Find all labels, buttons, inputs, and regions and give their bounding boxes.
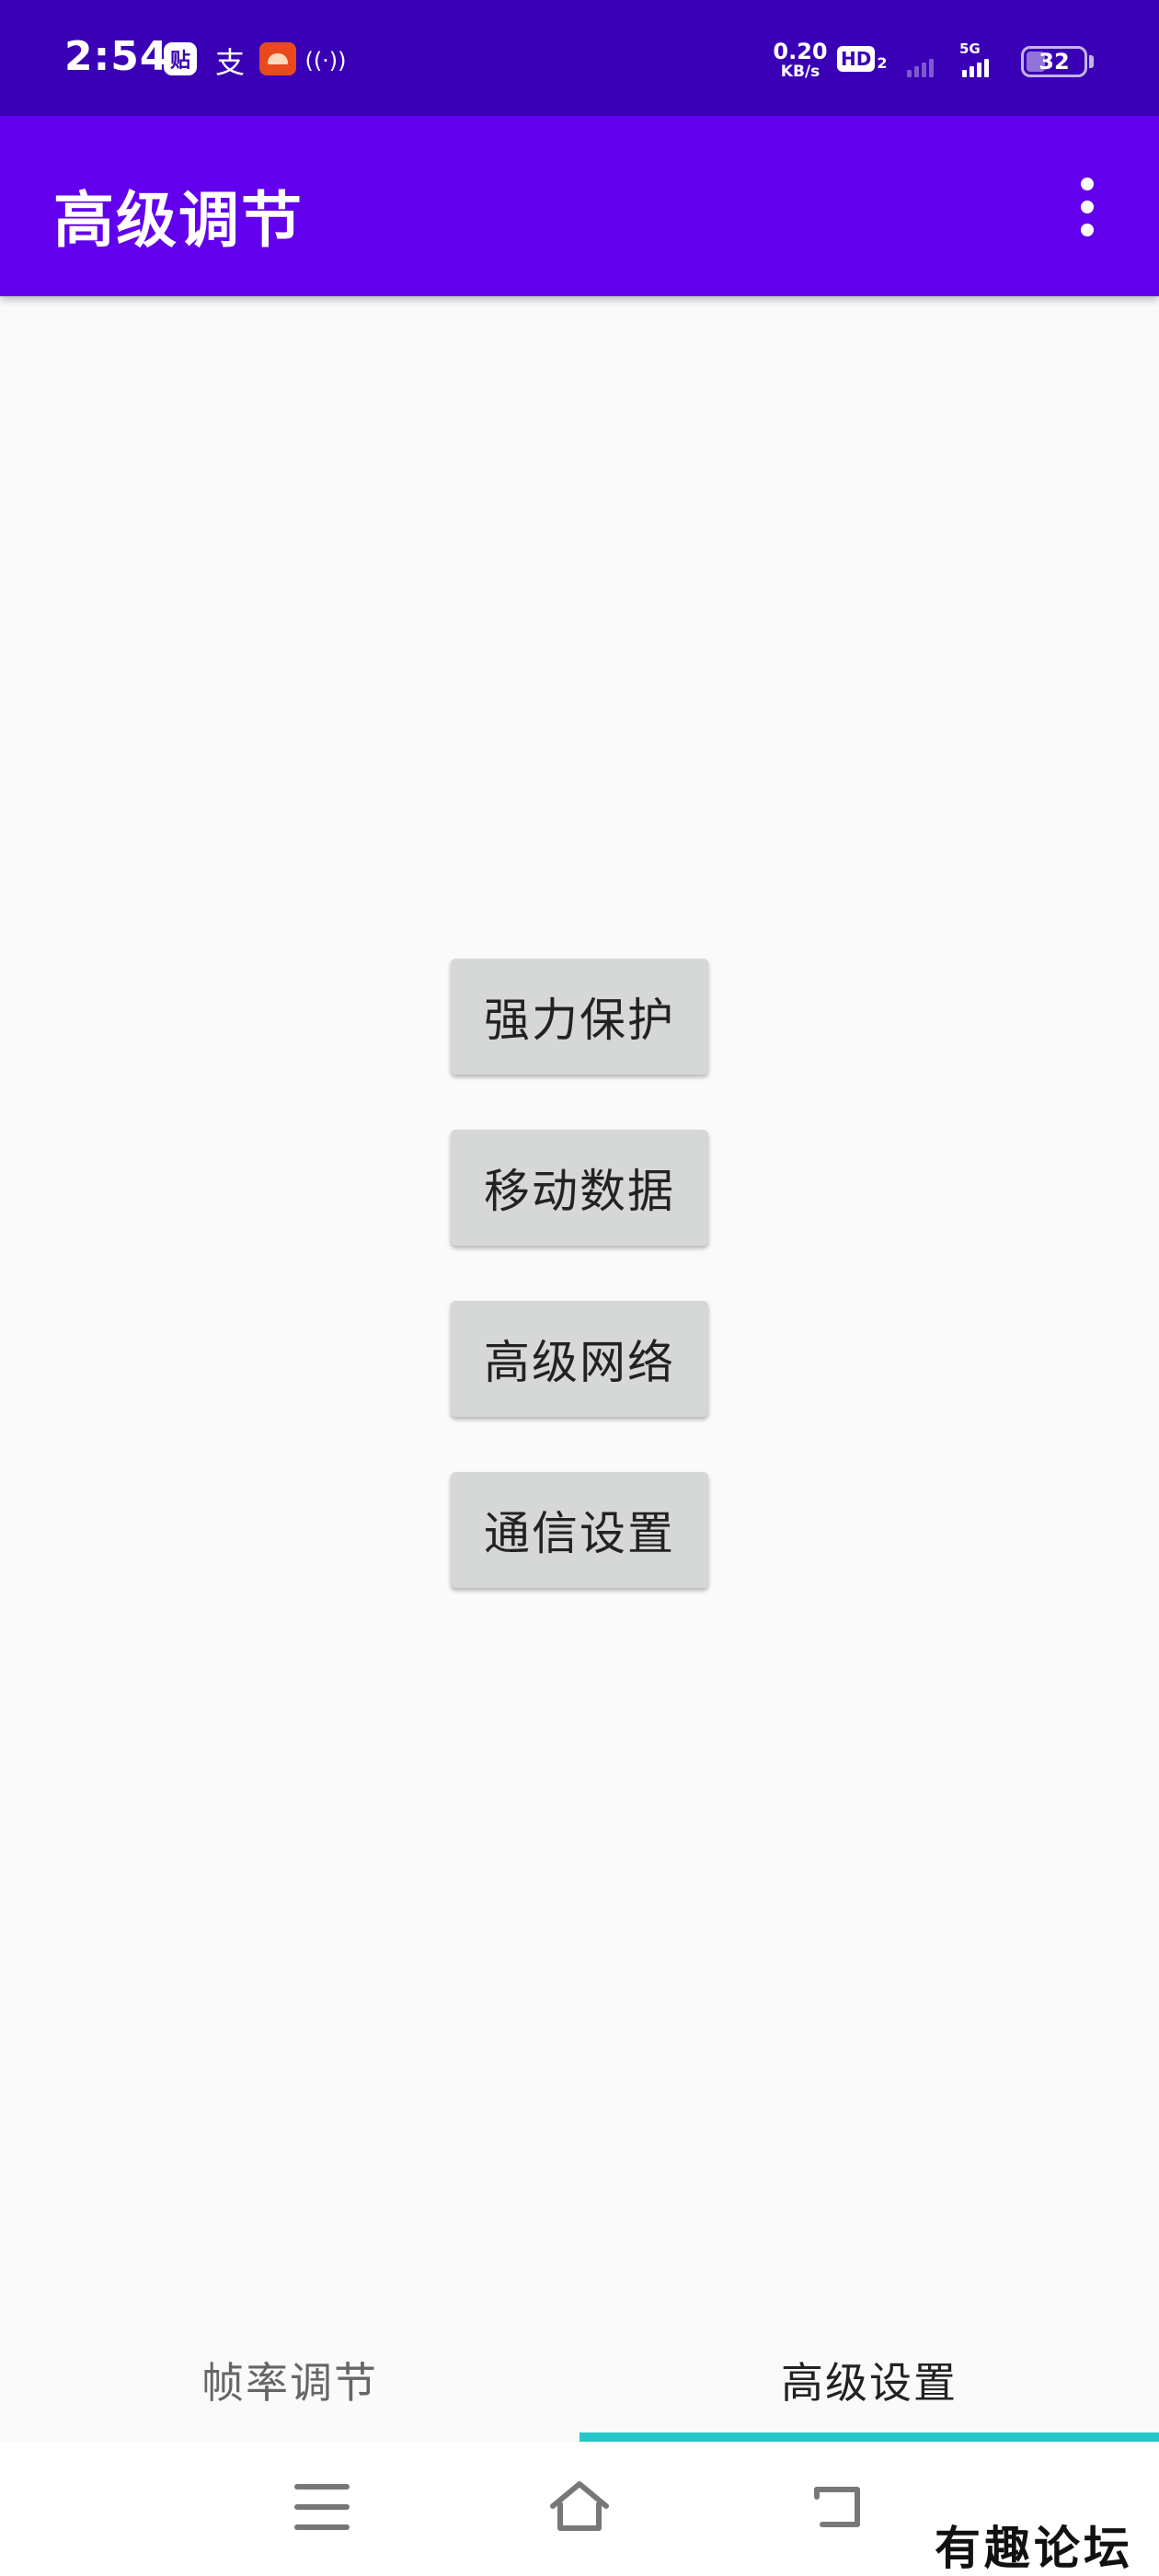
system-navigation-bar: 有趣论坛 bbox=[0, 2442, 1159, 2576]
battery-tip bbox=[1089, 55, 1094, 68]
dot-icon bbox=[1081, 201, 1094, 213]
forum-watermark: 有趣论坛 bbox=[935, 2521, 1133, 2575]
app-bar: 高级调节 bbox=[0, 116, 1159, 296]
recents-menu-icon[interactable] bbox=[294, 2484, 350, 2530]
page-title: 高级调节 bbox=[53, 185, 304, 256]
overflow-menu-button[interactable] bbox=[1065, 166, 1109, 248]
back-icon[interactable] bbox=[809, 2478, 865, 2534]
strong-protection-button[interactable]: 强力保护 bbox=[451, 959, 708, 1075]
hd-voice-icon: HD 2 bbox=[837, 46, 887, 72]
dot-icon bbox=[1081, 224, 1094, 236]
tab-advanced-settings[interactable]: 高级设置 bbox=[580, 2318, 1159, 2442]
network-speed: 0.20 KB/s bbox=[773, 40, 828, 80]
hotspot-icon: ((·)) bbox=[304, 48, 347, 74]
network-speed-unit: KB/s bbox=[780, 63, 820, 81]
signal-icon-sim1 bbox=[907, 44, 934, 77]
bottom-tab-bar: 帧率调节 高级设置 bbox=[0, 2318, 1159, 2442]
clock: 2:54 bbox=[64, 33, 169, 80]
battery-level: 32 bbox=[1039, 49, 1070, 75]
signal-icon-sim2 bbox=[962, 44, 989, 77]
advanced-network-button[interactable]: 高级网络 bbox=[451, 1301, 708, 1417]
mobile-data-button[interactable]: 移动数据 bbox=[451, 1130, 708, 1246]
alipay-icon: 支 bbox=[214, 45, 245, 80]
status-bar: 2:54 贴 支 ((·)) 0.20 KB/s HD 2 5G 32 bbox=[0, 0, 1159, 116]
battery-icon: 32 bbox=[1021, 46, 1087, 77]
app-icon bbox=[259, 42, 296, 75]
hd-sub: 2 bbox=[877, 54, 888, 72]
dot-icon bbox=[1081, 178, 1094, 190]
communication-settings-button[interactable]: 通信设置 bbox=[451, 1472, 708, 1588]
hd-label: HD bbox=[837, 46, 876, 72]
tab-indicator bbox=[580, 2432, 1159, 2442]
home-icon[interactable] bbox=[547, 2477, 612, 2537]
tieba-icon: 贴 bbox=[164, 42, 197, 75]
network-speed-value: 0.20 bbox=[773, 39, 828, 64]
tab-frame-rate[interactable]: 帧率调节 bbox=[0, 2318, 580, 2442]
